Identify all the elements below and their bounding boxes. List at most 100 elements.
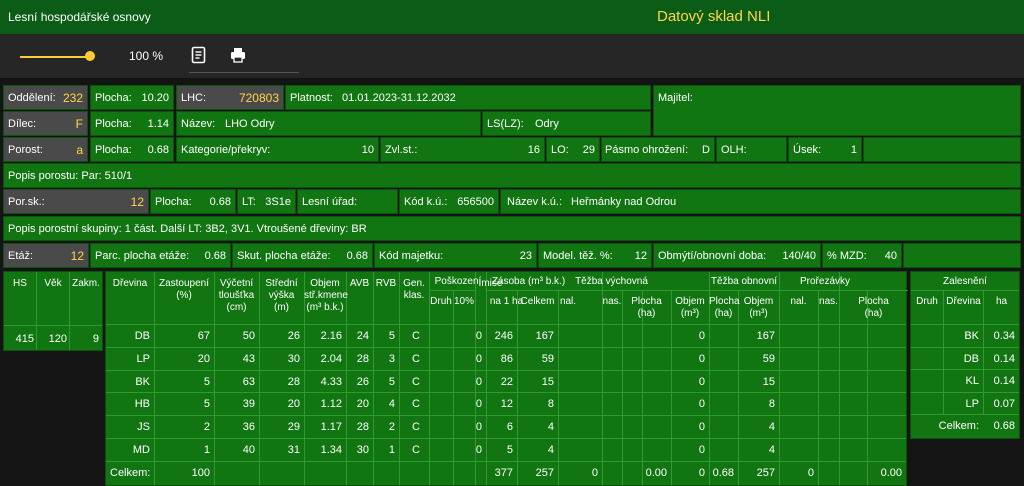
empty-cell bbox=[863, 137, 1021, 162]
zoom-slider-handle[interactable] bbox=[85, 51, 95, 61]
nazev-cell: Název: LHO Odry bbox=[176, 111, 481, 136]
obmyti-label: Obmýtí/obnovní doba: bbox=[658, 249, 767, 262]
printer-icon[interactable] bbox=[229, 46, 247, 64]
imise-cell: 0 bbox=[475, 375, 482, 388]
zal-drevina-header: Dřevina bbox=[946, 296, 981, 307]
olh-cell: OLH: bbox=[716, 137, 787, 162]
hs-value: 415 bbox=[15, 333, 34, 345]
porsk-cell: Por.sk.: 12 bbox=[3, 189, 149, 214]
dilec-value: F bbox=[75, 116, 83, 131]
imise-cell: 0 bbox=[475, 398, 482, 411]
zvlst-cell: Zvl.st.: 16 bbox=[380, 137, 545, 162]
tv-objem-cell: 0 bbox=[698, 375, 705, 388]
celkem-cell: 15 bbox=[541, 375, 554, 388]
celkem-cell: 4 bbox=[547, 444, 554, 456]
rvb-cell: 5 bbox=[388, 375, 395, 388]
objem-cell: 2.04 bbox=[320, 352, 342, 365]
gen-cell: C bbox=[412, 375, 420, 388]
plocha2-label: Plocha: bbox=[95, 117, 132, 130]
na1ha-cell: 5 bbox=[506, 444, 513, 456]
rvb-header: RVB bbox=[375, 278, 397, 289]
kategorie-cell: Kategorie/překryv: 10 bbox=[176, 137, 379, 162]
to-objem-cell: 4 bbox=[768, 421, 775, 434]
celkem-cell: 8 bbox=[547, 398, 554, 411]
drevina-cell: JS bbox=[137, 421, 150, 434]
column-line bbox=[453, 290, 454, 485]
to-objem-cell: 8 bbox=[768, 398, 775, 411]
gen-cell: C bbox=[412, 398, 420, 411]
toolbar: 100 % bbox=[0, 34, 1024, 78]
kodku-cell: Kód k.ú.: 656500 bbox=[399, 189, 499, 214]
total-to-objem: 257 bbox=[756, 466, 775, 479]
vycetni-cell: 43 bbox=[242, 352, 255, 365]
plocha2-cell: Plocha: 1.14 bbox=[90, 111, 174, 136]
header-line bbox=[429, 290, 475, 291]
kodmaj-cell: Kód majetku: 23 bbox=[374, 243, 537, 268]
model-value: 12 bbox=[634, 249, 647, 262]
tv-objem-cell: 0 bbox=[698, 421, 705, 434]
druh-header: Druh bbox=[430, 296, 452, 307]
row-line bbox=[911, 346, 1019, 348]
lt-value: 3S1e bbox=[265, 195, 291, 208]
zastoupeni-cell: 20 bbox=[197, 352, 210, 365]
na1ha-cell: 86 bbox=[500, 352, 513, 365]
header-line bbox=[106, 324, 906, 325]
column-line bbox=[818, 290, 819, 485]
kategorie-value: 10 bbox=[361, 143, 374, 156]
zal-ha-cell: 0.14 bbox=[993, 352, 1015, 365]
lt-cell: LT: 3S1e bbox=[237, 189, 296, 214]
column-line bbox=[983, 290, 984, 414]
avb-header: AVB bbox=[349, 278, 370, 289]
plocha3-cell: Plocha: 0.68 bbox=[90, 137, 174, 162]
kodku-label: Kód k.ú.: bbox=[404, 195, 448, 208]
platnost-value: 01.01.2023-31.12.2032 bbox=[342, 91, 456, 104]
column-line bbox=[346, 272, 347, 485]
zvlst-value: 16 bbox=[527, 143, 540, 156]
usek-value: 1 bbox=[850, 143, 857, 156]
obmyti-cell: Obmýtí/obnovní doba: 140/40 bbox=[653, 243, 821, 268]
rvb-cell: 5 bbox=[388, 330, 395, 342]
stand-table: Dřevina Zastoupení (%) Výčetní tloušťka (cm) S… bbox=[105, 271, 908, 486]
vycetni-cell: 39 bbox=[242, 398, 255, 411]
skut-label: Skut. plocha etáže: bbox=[237, 249, 331, 262]
drevina-cell: MD bbox=[132, 444, 150, 456]
platnost-label: Platnost: bbox=[290, 91, 333, 104]
drevina-cell: HB bbox=[134, 398, 150, 411]
nazev-value: LHO Odry bbox=[225, 117, 275, 130]
lesni-urad-label: Lesní úřad: bbox=[302, 195, 358, 208]
zoom-slider[interactable] bbox=[20, 56, 92, 58]
brand-title: Datový sklad NLI bbox=[657, 8, 771, 25]
lhc-label: LHC: bbox=[181, 91, 207, 104]
gen-cell: C bbox=[412, 352, 420, 365]
total-label: Celkem: bbox=[110, 466, 151, 479]
zal-ha-cell: 0.07 bbox=[993, 397, 1015, 410]
row-line bbox=[911, 369, 1019, 370]
vycetni-header: Výčetní tloušťka (cm) bbox=[218, 278, 255, 313]
etaz-label: Etáž: bbox=[8, 249, 34, 262]
pasmo-value: D bbox=[702, 143, 710, 156]
objem-header: Objem stř.kmene (m³ b.k.) bbox=[304, 278, 348, 313]
total-tv-plocha: 0.00 bbox=[645, 466, 667, 479]
kodku-value: 656500 bbox=[457, 195, 494, 208]
drevina-cell: DB bbox=[134, 330, 150, 342]
notes-icon[interactable] bbox=[190, 46, 208, 64]
popis-skupiny-cell: Popis porostní skupiny: 1 část. Další LT… bbox=[3, 216, 1021, 241]
zastoupeni-cell: 1 bbox=[203, 444, 210, 456]
column-line bbox=[517, 290, 518, 485]
tezba-vychovna-header: Těžba výchovná bbox=[575, 276, 648, 287]
dilec-label: Dílec: bbox=[8, 117, 37, 130]
pasmo-label: Pásmo ohrožení: bbox=[605, 143, 689, 156]
row-line bbox=[911, 414, 1019, 415]
stredni-cell: 26 bbox=[287, 330, 300, 342]
usek-cell: Úsek: 1 bbox=[788, 137, 862, 162]
row-line bbox=[106, 415, 906, 417]
to-objem-cell: 59 bbox=[762, 352, 775, 365]
kodmaj-value: 23 bbox=[519, 249, 532, 262]
stredni-cell: 29 bbox=[287, 421, 300, 434]
parc-cell: Parc. plocha etáže: 0.68 bbox=[90, 243, 231, 268]
parc-label: Parc. plocha etáže: bbox=[95, 249, 190, 262]
nazev-label: Název: bbox=[181, 117, 216, 130]
gen-header: Gen. klas. bbox=[403, 278, 425, 301]
gen-cell: C bbox=[412, 421, 420, 434]
porost-value: a bbox=[76, 142, 83, 157]
